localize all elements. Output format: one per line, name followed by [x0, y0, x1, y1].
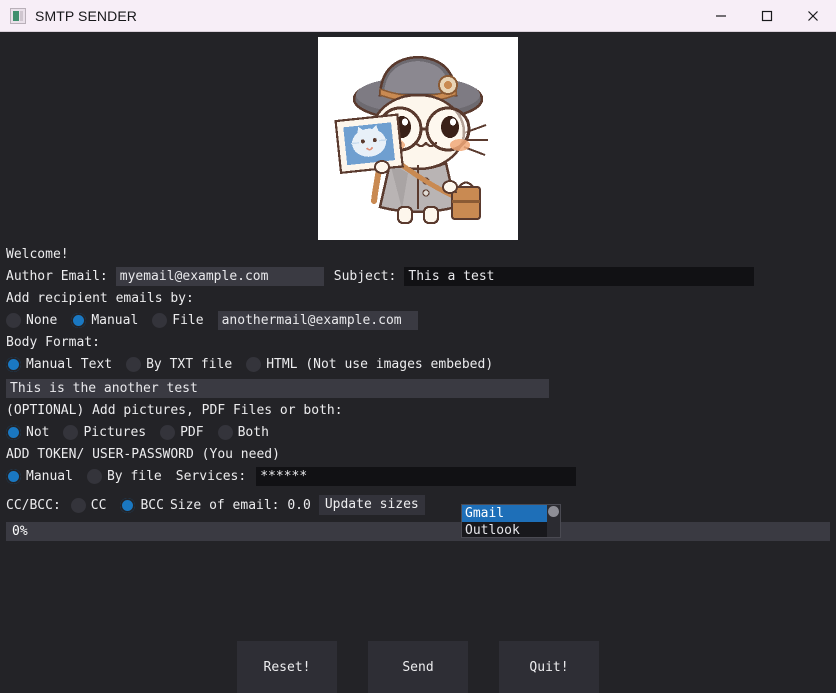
- radio-label: Not: [26, 426, 49, 439]
- radio-icon: [246, 357, 261, 372]
- services-dropdown-popup[interactable]: Gmail Outlook: [461, 504, 561, 538]
- radio-icon: [87, 469, 102, 484]
- radio-label: By file: [107, 470, 162, 483]
- radio-icon-selected: [6, 357, 21, 372]
- recipients-options-row: None Manual File anothermail@example.com: [6, 309, 836, 331]
- body-format-label: Body Format:: [6, 336, 100, 349]
- update-sizes-button[interactable]: Update sizes: [319, 495, 425, 515]
- radio-label: Both: [238, 426, 269, 439]
- token-label-row: ADD TOKEN/ USER-PASSWORD (You need): [6, 445, 836, 463]
- form-rows: Welcome! Author Email: myemail@example.c…: [0, 245, 836, 516]
- title-bar: SMTP SENDER: [0, 0, 836, 32]
- window-controls: [698, 0, 836, 31]
- email-size-label: Size of email: 0.0: [170, 499, 311, 512]
- body-text-input[interactable]: This is the another test: [6, 379, 549, 398]
- send-button[interactable]: Send: [368, 641, 468, 693]
- reset-button[interactable]: Reset!: [237, 641, 337, 693]
- maximize-icon: [761, 10, 773, 22]
- attachments-label-row: (OPTIONAL) Add pictures, PDF Files or bo…: [6, 401, 836, 419]
- services-label: Services:: [176, 470, 246, 483]
- radio-icon-selected: [71, 313, 86, 328]
- progress-bar: 0%: [6, 522, 830, 541]
- attachments-label: (OPTIONAL) Add pictures, PDF Files or bo…: [6, 404, 343, 417]
- welcome-row: Welcome!: [6, 245, 836, 263]
- progress-text: 0%: [12, 522, 28, 541]
- author-subject-row: Author Email: myemail@example.com Subjec…: [6, 265, 836, 287]
- services-option-outlook[interactable]: Outlook: [462, 522, 560, 538]
- radio-label: Manual: [26, 470, 73, 483]
- radio-icon: [126, 357, 141, 372]
- radio-icon-selected: [6, 469, 21, 484]
- recipients-label: Add recipient emails by:: [6, 292, 194, 305]
- close-icon: [807, 10, 819, 22]
- radio-label: Manual Text: [26, 358, 112, 371]
- radio-label: Pictures: [83, 426, 146, 439]
- radio-icon: [152, 313, 167, 328]
- radio-attach-not[interactable]: Not: [6, 425, 49, 440]
- ccbcc-row: CC/BCC: CC BCC Size of email: 0.0 Update…: [6, 494, 836, 516]
- window-title: SMTP SENDER: [35, 8, 137, 24]
- password-input[interactable]: ******: [256, 467, 576, 486]
- radio-label: PDF: [180, 426, 203, 439]
- services-option-gmail[interactable]: Gmail: [462, 505, 560, 522]
- app-icon: [10, 8, 26, 24]
- attachments-options-row: Not Pictures PDF Both: [6, 421, 836, 443]
- radio-body-txt-file[interactable]: By TXT file: [126, 357, 232, 372]
- maximize-button[interactable]: [744, 0, 790, 31]
- radio-recipient-none[interactable]: None: [6, 313, 57, 328]
- body-format-label-row: Body Format:: [6, 333, 836, 351]
- radio-body-manual-text[interactable]: Manual Text: [6, 357, 112, 372]
- token-options-row: Manual By file Services: ******: [6, 465, 836, 487]
- radio-icon-selected: [6, 425, 21, 440]
- hero-image-container: [0, 32, 836, 240]
- ccbcc-label: CC/BCC:: [6, 499, 61, 512]
- radio-icon: [6, 313, 21, 328]
- body-format-options-row: Manual Text By TXT file HTML (Not use im…: [6, 353, 836, 375]
- subject-label: Subject:: [334, 270, 397, 283]
- radio-attach-pictures[interactable]: Pictures: [63, 425, 146, 440]
- radio-label: By TXT file: [146, 358, 232, 371]
- action-buttons: Reset! Send Quit!: [0, 641, 836, 693]
- radio-icon: [160, 425, 175, 440]
- subject-input[interactable]: This a test: [404, 267, 754, 286]
- radio-recipient-file[interactable]: File: [152, 313, 203, 328]
- radio-token-by-file[interactable]: By file: [87, 469, 162, 484]
- radio-icon-selected: [120, 498, 135, 513]
- recipients-label-row: Add recipient emails by:: [6, 289, 836, 307]
- radio-icon: [218, 425, 233, 440]
- author-email-label: Author Email:: [6, 270, 108, 283]
- services-dropdown-scrollbar[interactable]: [547, 505, 560, 538]
- radio-label: CC: [91, 499, 107, 512]
- main-content: Welcome! Author Email: myemail@example.c…: [0, 32, 836, 693]
- radio-attach-pdf[interactable]: PDF: [160, 425, 203, 440]
- radio-label: File: [172, 314, 203, 327]
- scrollbar-thumb[interactable]: [548, 506, 559, 517]
- quit-button[interactable]: Quit!: [499, 641, 599, 693]
- radio-cc[interactable]: CC: [71, 498, 107, 513]
- radio-label: BCC: [140, 499, 163, 512]
- radio-token-manual[interactable]: Manual: [6, 469, 73, 484]
- token-label: ADD TOKEN/ USER-PASSWORD (You need): [6, 448, 280, 461]
- radio-icon: [63, 425, 78, 440]
- welcome-label: Welcome!: [6, 248, 69, 261]
- minimize-icon: [715, 10, 727, 22]
- hero-image: [318, 37, 518, 240]
- close-button[interactable]: [790, 0, 836, 31]
- radio-body-html[interactable]: HTML (Not use images embebed): [246, 357, 493, 372]
- radio-icon: [71, 498, 86, 513]
- author-email-input[interactable]: myemail@example.com: [116, 267, 324, 286]
- radio-label: HTML (Not use images embebed): [266, 358, 493, 371]
- radio-label: None: [26, 314, 57, 327]
- radio-bcc[interactable]: BCC: [120, 498, 163, 513]
- application-window: SMTP SENDER: [0, 0, 836, 693]
- radio-label: Manual: [91, 314, 138, 327]
- recipient-email-input[interactable]: anothermail@example.com: [218, 311, 418, 330]
- radio-attach-both[interactable]: Both: [218, 425, 269, 440]
- radio-recipient-manual[interactable]: Manual: [71, 313, 138, 328]
- minimize-button[interactable]: [698, 0, 744, 31]
- body-text-row: This is the another test: [6, 377, 836, 399]
